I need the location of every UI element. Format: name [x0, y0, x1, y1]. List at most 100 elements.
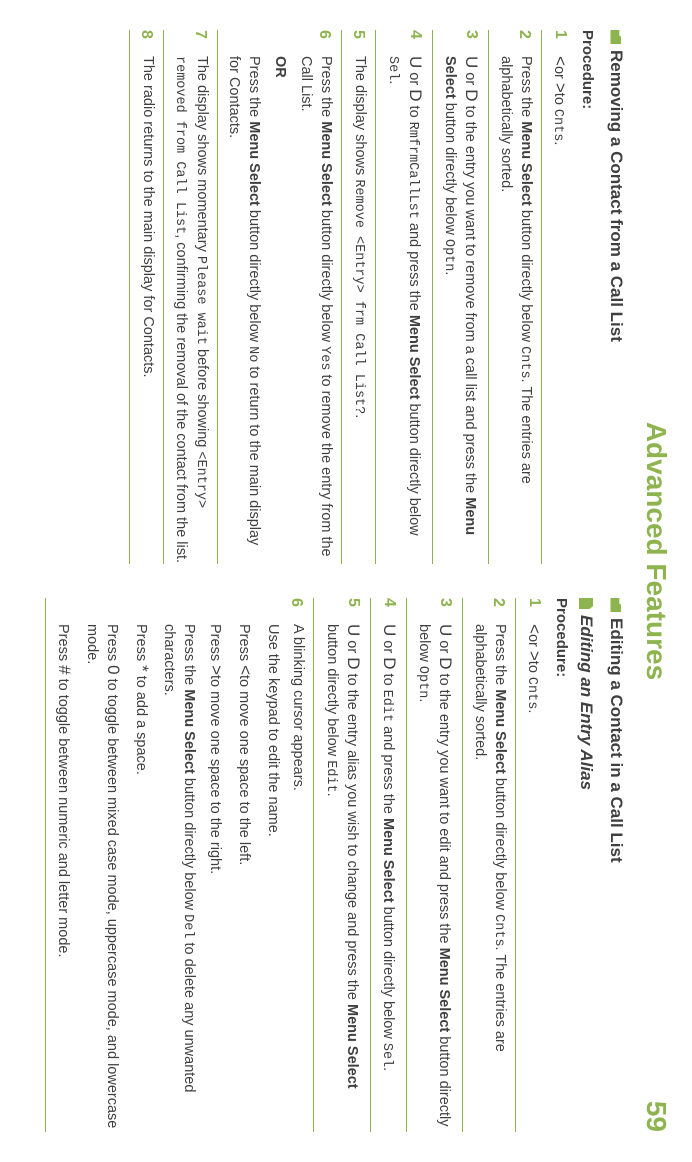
text-span: button directly below — [318, 206, 334, 346]
step-body: Press the Menu Select button directly be… — [495, 56, 535, 564]
text-span: Optn — [415, 666, 430, 698]
text-span: No — [245, 346, 260, 362]
procedure-step: 6Press the Menu Select button directly b… — [217, 30, 341, 564]
text-span: or — [344, 636, 360, 657]
text-span: Press the — [181, 624, 197, 689]
procedure-step: 6 A blinking cursor appears. Use the keypa… — [45, 598, 313, 1132]
text-span: or — [380, 636, 396, 657]
procedure-step: 7The display shows momentary Please wait… — [163, 30, 216, 564]
step-number: 1 — [548, 30, 571, 46]
text-span: and press the — [406, 219, 422, 315]
step-number: 5 — [348, 30, 370, 46]
text-span: button directly below — [406, 399, 422, 535]
text-span: # — [55, 665, 74, 674]
step-paragraph: Press <to move one space to the left. — [233, 624, 256, 1132]
text-span: Menu Select — [436, 948, 452, 1033]
section-title-row: Removing a Contact from a Call List — [606, 30, 626, 564]
text-span: Del — [180, 914, 195, 938]
text-span: to the entry alias you wish to change an… — [344, 670, 360, 1005]
text-span: button directly below — [246, 206, 262, 346]
procedure-step: 3 U or D to the entry you want to edit an… — [406, 598, 462, 1132]
text-span: Press the — [318, 56, 334, 121]
text-span: button directly below — [324, 624, 340, 760]
text-span: button directly below — [492, 774, 508, 914]
procedure-step: 4U or D to Edit and press the Menu Selec… — [370, 598, 406, 1132]
text-span: U — [380, 624, 399, 636]
text-span: A blinking cursor appears. — [290, 624, 306, 791]
step-paragraph: Press the Menu Select button directly be… — [295, 56, 335, 564]
procedure-step: 8The radio returns to the main display f… — [129, 30, 164, 564]
text-span: The radio returns to the main display fo… — [140, 56, 156, 378]
text-span: or — [436, 636, 452, 657]
step-body: U or D to the entry alias you wish to ch… — [320, 624, 363, 1132]
step-number: 6 — [52, 598, 307, 614]
step-paragraph: OR — [269, 56, 289, 564]
text-span: . — [380, 1067, 396, 1071]
step-body: U or D to Edit and press the Menu Select… — [377, 624, 400, 1132]
step-body: A blinking cursor appears. Use the keypad… — [52, 624, 307, 1132]
step-body: <or >to Cnts. — [522, 624, 545, 1132]
text-span: D — [436, 657, 455, 669]
text-span: D — [380, 657, 399, 669]
step-paragraph: U or D to the entry you want to edit and… — [413, 624, 456, 1132]
text-span: or — [406, 68, 422, 89]
step-body: <or >to Cnts. — [548, 56, 571, 564]
step-body: The radio returns to the main display fo… — [136, 56, 158, 564]
text-span: or — [551, 66, 567, 83]
step-paragraph: <or >to Cnts. — [548, 56, 571, 564]
step-paragraph: <or >to Cnts. — [522, 624, 545, 1132]
text-span: Edit — [323, 760, 338, 792]
step-body: Press the Menu Select button directly be… — [469, 624, 509, 1132]
text-span: to — [406, 102, 422, 122]
step-body: U or D to the entry you want to remove f… — [439, 56, 482, 564]
text-span: U — [462, 56, 481, 68]
text-span: D — [344, 657, 363, 669]
text-span: Menu Select — [181, 689, 197, 774]
right-steps: 1<or >to Cnts.2Press the Menu Select but… — [45, 598, 551, 1132]
text-span: Optn — [441, 239, 456, 271]
text-span: < — [525, 624, 544, 634]
text-span: Menu Select — [518, 121, 534, 206]
text-span: to — [525, 661, 541, 677]
step-body: Press the Menu Select button directly be… — [224, 56, 335, 564]
text-span: D — [462, 89, 481, 101]
text-span: button directly below — [181, 774, 197, 914]
text-span: Yes — [317, 346, 332, 370]
text-span: . — [442, 271, 458, 275]
step-paragraph: Press the Menu Select button directly be… — [495, 56, 535, 564]
procedure-step: 1<or >to Cnts. — [515, 598, 551, 1132]
text-span: Press the — [246, 56, 262, 121]
step-body: The display shows Remove <Entry> frm Cal… — [348, 56, 370, 564]
text-span: to — [380, 670, 396, 690]
text-span: Edit — [379, 690, 394, 722]
text-span: Press — [104, 624, 120, 665]
text-span: Use the keypad to edit the name. — [265, 624, 281, 837]
sub-title-row: Editing an Entry Alias — [576, 598, 596, 1132]
text-span: > — [525, 651, 544, 661]
step-number: 2 — [495, 30, 535, 46]
text-span: button directly below — [518, 206, 534, 346]
procedure-step: 5U or D to the entry alias you wish to c… — [313, 598, 369, 1132]
left-procedure-label: Procedure: — [579, 30, 596, 564]
text-span: U — [406, 56, 425, 68]
procedure-step: 5 The display shows Remove <Entry> frm Ca… — [341, 30, 376, 564]
step-number: 3 — [413, 598, 456, 614]
text-span: . — [551, 141, 567, 145]
step-paragraph: Press # to toggle between numeric and le… — [52, 624, 75, 1132]
text-span: to the entry you want to remove from a c… — [462, 102, 478, 498]
text-span: to toggle between numeric and letter mod… — [55, 675, 71, 958]
step-body: U or D to the entry you want to edit and… — [413, 624, 456, 1132]
text-span: The display shows — [352, 56, 368, 179]
right-sub-title: Editing an Entry Alias — [576, 615, 596, 790]
text-span: D — [406, 89, 425, 101]
procedure-step: 2Press the Menu Select button directly b… — [462, 598, 515, 1132]
step-body: The display shows momentary Please wait … — [170, 56, 210, 564]
text-span: . — [386, 80, 402, 84]
text-span: Cnts — [491, 914, 506, 946]
text-span: 0 — [104, 665, 123, 674]
left-column: Removing a Contact from a Call List Proc… — [10, 30, 632, 564]
text-span: to toggle between mixed case mode, upper… — [84, 624, 120, 1128]
text-span: button directly below — [442, 99, 458, 239]
step-body: U or D to RmfrmCallLst and press the Men… — [382, 56, 425, 564]
procedure-step: 1 <or >to Cnts. — [541, 30, 577, 564]
